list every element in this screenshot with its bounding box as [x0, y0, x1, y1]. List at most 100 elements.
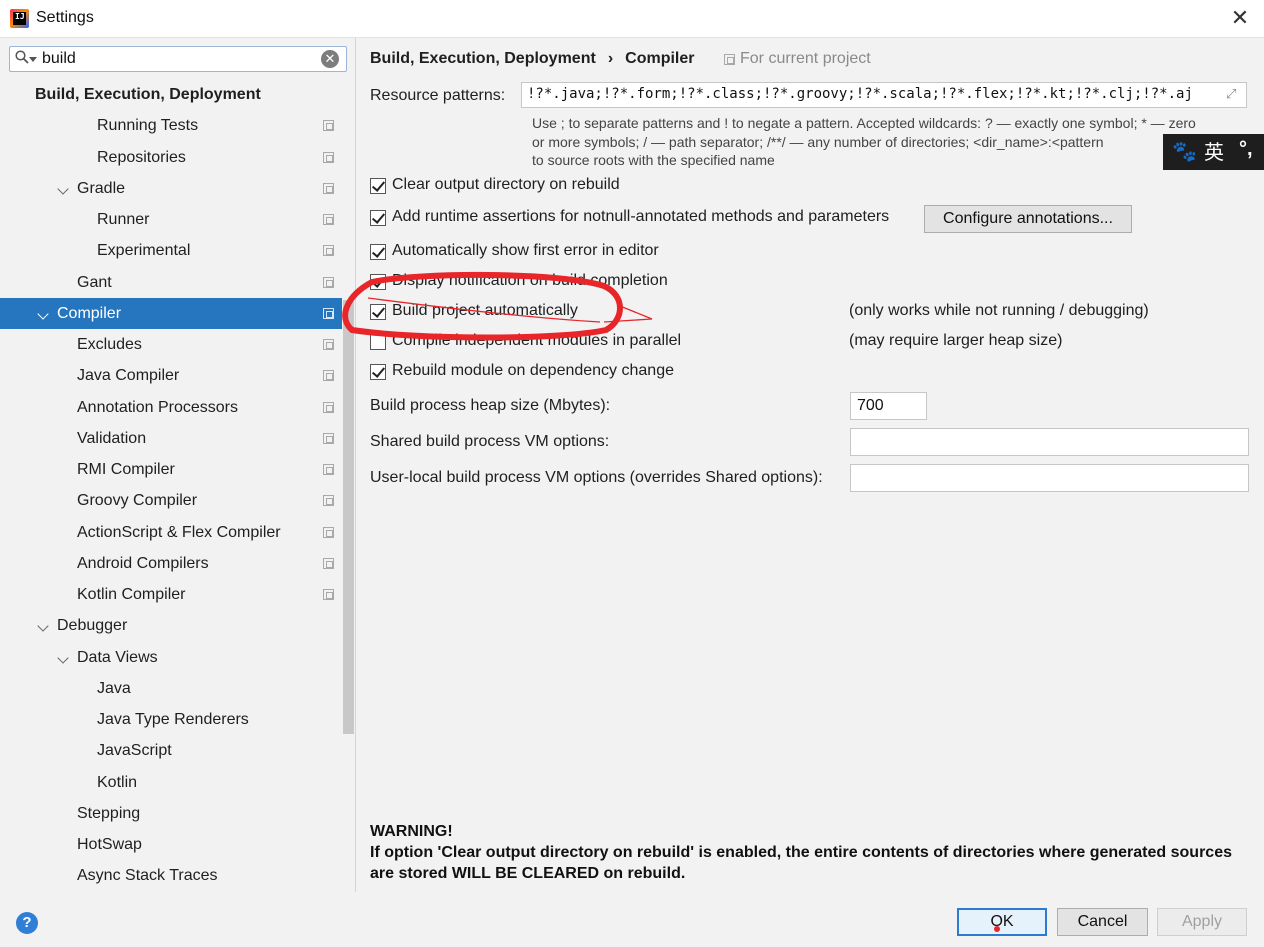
expand-field-icon[interactable]: ⤢: [1226, 88, 1240, 102]
sidebar-item-java-compiler[interactable]: Java Compiler: [0, 360, 342, 391]
settings-search-box[interactable]: ✕: [9, 46, 347, 72]
sidebar-item-async-stack-traces[interactable]: Async Stack Traces: [0, 860, 342, 891]
sidebar-item-data-views[interactable]: Data Views: [0, 642, 342, 673]
sidebar-item-java-type-renderers[interactable]: Java Type Renderers: [0, 704, 342, 735]
title-bar: IJ Settings ✕: [0, 0, 1264, 38]
shared-vm-options-input[interactable]: [850, 428, 1249, 456]
checkbox-label[interactable]: Build project automatically: [392, 302, 578, 320]
user-local-vm-options-label: User-local build process VM options (ove…: [370, 469, 823, 486]
sidebar-item-hotswap[interactable]: HotSwap: [0, 829, 342, 860]
checkbox[interactable]: [370, 210, 386, 226]
sidebar-item-label: Annotation Processors: [77, 398, 238, 416]
sidebar-item-rmi-compiler[interactable]: RMI Compiler: [0, 454, 342, 485]
checkbox-label[interactable]: Automatically show first error in editor: [392, 242, 659, 260]
sidebar-item-android-compilers[interactable]: Android Compilers: [0, 548, 342, 579]
checkbox[interactable]: [370, 244, 386, 260]
project-scope-icon: [323, 214, 334, 225]
sidebar-item-kotlin-compiler[interactable]: Kotlin Compiler: [0, 579, 342, 610]
sidebar-item-gradle[interactable]: Gradle: [0, 173, 342, 204]
chevron-down-icon[interactable]: [37, 620, 49, 632]
checkbox[interactable]: [370, 304, 386, 320]
sidebar-item-label: Kotlin: [97, 773, 138, 791]
sidebar-item-experimental[interactable]: Experimental: [0, 235, 342, 266]
project-scope-icon: [323, 182, 334, 194]
hint-line: or more symbols; / — path separator; /**…: [532, 133, 1104, 150]
ime-status-bar[interactable]: 🐾 英 °,: [1163, 134, 1264, 170]
warning-title: WARNING!: [370, 823, 453, 840]
ok-button[interactable]: OK: [957, 908, 1047, 936]
checkbox-label[interactable]: Rebuild module on dependency change: [392, 362, 674, 380]
clear-search-icon[interactable]: ✕: [321, 50, 339, 68]
search-input[interactable]: [42, 48, 312, 70]
sidebar-item-label: Gradle: [77, 179, 126, 197]
sidebar-item-label: Groovy Compiler: [77, 492, 198, 510]
project-scope-icon: [323, 464, 334, 475]
project-scope-icon: [724, 54, 735, 65]
warning-line: are stored WILL BE CLEARED on rebuild.: [370, 865, 686, 882]
sidebar-item-label: Validation: [77, 429, 147, 447]
search-history-dropdown-icon[interactable]: [29, 57, 37, 62]
project-scope-icon: [323, 401, 334, 413]
apply-button[interactable]: Apply: [1157, 908, 1247, 936]
ime-paw-icon[interactable]: 🐾: [1172, 134, 1197, 170]
chevron-down-icon[interactable]: [37, 308, 49, 320]
checkbox[interactable]: [370, 364, 386, 380]
resource-patterns-value: !?*.java;!?*.form;!?*.class;!?*.groovy;!…: [527, 86, 1193, 102]
sidebar-item-runner[interactable]: Runner: [0, 204, 342, 235]
project-scope-icon: [323, 589, 334, 600]
checkbox[interactable]: [370, 274, 386, 290]
sidebar-item-debugger[interactable]: Debugger: [0, 610, 342, 641]
cancel-button[interactable]: Cancel: [1057, 908, 1148, 936]
sidebar-scrollbar[interactable]: [343, 300, 354, 734]
chevron-down-icon[interactable]: [57, 651, 69, 664]
sidebar-item-excludes[interactable]: Excludes: [0, 329, 342, 360]
close-icon[interactable]: ✕: [1226, 4, 1254, 32]
breadcrumb-item: Compiler: [625, 50, 695, 67]
sidebar-item-java[interactable]: Java: [0, 673, 342, 704]
sidebar-item-running-tests[interactable]: Running Tests: [0, 110, 342, 141]
breadcrumb-separator: ›: [607, 50, 614, 67]
ime-language-mode[interactable]: 英: [1204, 134, 1224, 170]
sidebar-item-javascript[interactable]: JavaScript: [0, 735, 342, 766]
breadcrumb: Build, Execution, Deployment › Compiler: [370, 50, 694, 68]
checkbox-note: (only works while not running / debuggin…: [849, 302, 1149, 319]
compiler-settings-panel: Build, Execution, Deployment › Compiler Fo…: [357, 38, 1264, 892]
checkbox-label[interactable]: Compile independent modules in parallel: [392, 332, 681, 350]
configure-annotations-button[interactable]: Configure annotations...: [924, 205, 1132, 233]
heap-size-label: Build process heap size (Mbytes):: [370, 397, 611, 414]
sidebar-item-label: Repositories: [97, 148, 186, 166]
sidebar-item-stepping[interactable]: Stepping: [0, 798, 342, 829]
sidebar-item-build-execution-deployment[interactable]: Build, Execution, Deployment: [0, 79, 342, 110]
hint-line: to source roots with the specified name: [532, 152, 775, 168]
sidebar-item-annotation-processors[interactable]: Annotation Processors: [0, 392, 342, 423]
sidebar-item-label: Java Type Renderers: [97, 711, 249, 728]
checkbox-label[interactable]: Add runtime assertions for notnull-annot…: [392, 208, 889, 226]
search-icon[interactable]: [15, 50, 29, 64]
sidebar-item-gant[interactable]: Gant: [0, 267, 342, 298]
checkbox[interactable]: [370, 334, 386, 350]
sidebar-item-actionscript-flex-compiler[interactable]: ActionScript & Flex Compiler: [0, 517, 342, 548]
resource-patterns-label: Resource patterns:: [370, 87, 506, 104]
sidebar-item-compiler[interactable]: Compiler: [0, 297, 342, 329]
resource-patterns-hint: Use ; to separate patterns and ! to nega…: [532, 114, 1252, 170]
sidebar-item-label: Java Compiler: [77, 367, 180, 385]
sidebar-item-repositories[interactable]: Repositories: [0, 142, 342, 173]
checkbox-label[interactable]: Clear output directory on rebuild: [392, 176, 620, 194]
sidebar-item-label: Build, Execution, Deployment: [35, 86, 261, 103]
project-scope-icon: [323, 339, 334, 350]
sidebar-item-label: Debugger: [57, 617, 128, 635]
checkbox[interactable]: [370, 178, 386, 194]
sidebar-item-groovy-compiler[interactable]: Groovy Compiler: [0, 485, 342, 516]
checkbox-label[interactable]: Display notification on build completion: [392, 272, 668, 290]
sidebar-item-label: Java: [97, 679, 131, 697]
ime-punctuation-mode[interactable]: °,: [1239, 131, 1253, 167]
sidebar-item-label: Compiler: [57, 304, 122, 322]
help-icon[interactable]: ?: [16, 912, 38, 934]
project-scope-icon: [323, 370, 334, 382]
chevron-down-icon[interactable]: [57, 183, 69, 195]
resource-patterns-field[interactable]: !?*.java;!?*.form;!?*.class;!?*.groovy;!…: [521, 82, 1247, 108]
sidebar-item-kotlin[interactable]: Kotlin: [0, 767, 342, 798]
heap-size-input[interactable]: [850, 392, 927, 420]
sidebar-item-validation[interactable]: Validation: [0, 423, 342, 454]
user-local-vm-options-input[interactable]: [850, 464, 1249, 492]
